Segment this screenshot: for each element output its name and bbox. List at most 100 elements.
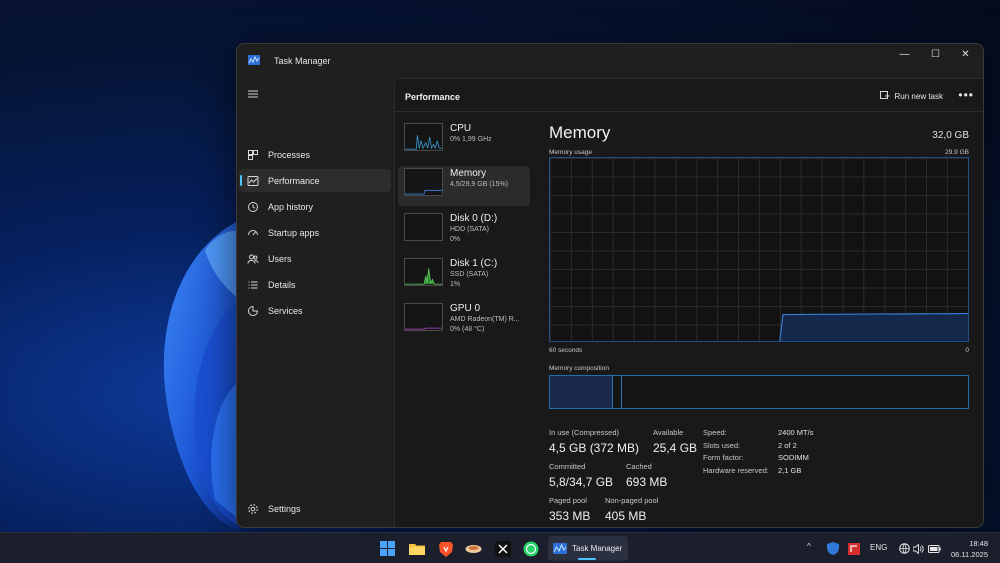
spec-key: Form factor: [703,453,744,462]
system-clock[interactable]: 18:48 06.11.2025 [951,538,988,560]
memory-usage-max: 29,9 GB [945,149,969,156]
sidebar-item-label: App history [268,201,314,212]
spec-row: Speed: 2400 MT/s [703,428,843,441]
disk0-thumbnail-graph [404,213,443,241]
sidebar-item-label: Details [268,279,296,290]
services-icon [248,305,259,316]
spec-row: Hardware reserved: 2,1 GB [703,466,843,479]
media-app-icon[interactable] [494,540,511,557]
language-indicator[interactable]: ENG [870,543,887,552]
resource-subtext: 0% 1,99 GHz [450,136,492,143]
resource-disk-1[interactable]: Disk 1 (C:) SSD (SATA) 1% [398,256,530,296]
time-axis-left: 60 seconds [549,347,583,354]
spec-value: 2 of 2 [778,440,797,450]
processes-icon [248,149,258,160]
file-explorer-icon[interactable] [408,540,425,557]
clock-date: 06.11.2025 [951,550,988,559]
sidebar-item-performance[interactable]: Performance [239,169,391,192]
battery-icon[interactable] [926,540,943,557]
cpu-thumbnail-graph [404,123,443,151]
stat-paged-pool: Paged pool 353 MB [549,496,590,523]
history-icon [248,201,258,212]
stat-available: Available 25,4 GB [653,428,697,455]
whatsapp-icon[interactable] [522,540,539,557]
spec-value: 2,1 GB [778,465,802,475]
stat-value: 5,8/34,7 GB [549,475,614,489]
run-new-task-label: Run new task [894,91,943,101]
stat-cached: Cached 693 MB [626,462,667,489]
spec-value: 2400 MT/s [778,428,814,437]
stat-value: 405 MB [605,509,647,523]
sidebar-item-processes[interactable]: Processes [239,143,391,166]
run-new-task-button[interactable]: Run new task [879,88,943,104]
tray-overflow-chevron[interactable]: ^ [807,542,811,551]
stat-value: 693 MB [626,475,668,489]
resource-disk-0[interactable]: Disk 0 (D:) HDD (SATA) 0% [398,211,530,251]
sidebar-item-users[interactable]: Users [239,247,391,270]
maximize-button[interactable]: ☐ [920,44,951,64]
memory-title: Memory [549,123,611,142]
startup-icon [248,229,258,235]
resource-name: GPU 0 [450,303,481,314]
memory-usage-graph [549,157,969,342]
main-panel: Performance Run new task ••• CPU 0% 1,99… [394,78,983,527]
taskbar-app-label: Task Manager [572,544,623,553]
memory-thumbnail-graph [404,168,443,196]
stat-committed: Committed 5,8/34,7 GB [549,462,613,489]
spec-row: Form factor: SODIMM [703,453,843,466]
resource-name: Memory [450,168,487,179]
stat-label: Non-paged pool [605,496,659,505]
spec-row: Slots used: 2 of 2 [703,441,843,454]
brave-browser-icon[interactable] [437,540,454,557]
resource-usage: 0% [450,236,461,243]
stat-value: 4,5 GB (372 MB) [549,441,640,455]
details-icon [248,281,258,288]
memory-details: Memory 32,0 GB Memory usage 29,9 GB 60 s… [549,121,969,527]
page-title: Performance [405,92,461,102]
sidebar-item-settings[interactable]: Settings [239,497,391,520]
resource-subtext: 4,5/29,9 GB (15%) [450,181,508,188]
spec-key: Slots used: [703,440,741,450]
resource-cpu[interactable]: CPU 0% 1,99 GHz [398,121,530,161]
stat-value: 25,4 GB [653,441,698,455]
title-bar[interactable]: Task Manager — ☐ ✕ [237,44,983,78]
sidebar-item-label: Processes [268,149,311,160]
resource-gpu-0[interactable]: GPU 0 AMD Radeon(TM) R... 0% (48 °C) [398,301,530,341]
sidebar-item-app-history[interactable]: App history [239,195,391,218]
memory-total: 32,0 GB [932,130,969,141]
memory-usage-label: Memory usage [549,149,592,156]
stat-label: Available [653,428,684,437]
minimize-button[interactable]: — [889,44,920,64]
sidebar-item-label: Performance [268,175,320,186]
resource-list: CPU 0% 1,99 GHz Memory 4,5/29,9 GB (15%)… [398,121,530,346]
spec-key: Hardware reserved: [703,465,769,475]
more-options-button[interactable]: ••• [958,88,974,102]
performance-icon [247,175,259,186]
start-button-icon[interactable] [379,540,396,557]
cloud-app-icon[interactable] [465,540,482,557]
gpu-thumbnail-graph [404,303,443,331]
close-button[interactable]: ✕ [950,44,981,64]
volume-icon[interactable] [910,540,927,557]
hamburger-menu-icon[interactable] [247,88,259,100]
resource-name: Disk 0 (D:) [450,213,498,224]
resource-usage: 0% (48 °C) [450,326,485,333]
stat-label: In use (Compressed) [549,428,620,437]
main-header: Performance Run new task ••• [395,79,983,112]
sidebar-item-services[interactable]: Services [239,299,391,322]
memory-composition-label: Memory composition [549,365,609,372]
sidebar: Processes Performance App history Startu… [237,78,393,527]
security-shield-icon[interactable] [824,540,841,557]
sidebar-nav: Processes Performance App history Startu… [239,143,391,325]
time-axis-right: 0 [965,347,969,354]
sidebar-item-label: Users [268,253,292,264]
taskbar-task-manager-button[interactable]: Task Manager [548,536,628,561]
sidebar-item-startup-apps[interactable]: Startup apps [239,221,391,244]
amd-software-icon[interactable] [845,540,862,557]
taskbar: Task Manager ^ ENG 18:48 06.11.2025 [0,532,1000,563]
sidebar-item-details[interactable]: Details [239,273,391,296]
gear-icon [248,503,258,514]
composition-in-use [550,376,613,408]
stat-value: 353 MB [549,509,591,523]
resource-memory[interactable]: Memory 4,5/29,9 GB (15%) [398,166,530,206]
